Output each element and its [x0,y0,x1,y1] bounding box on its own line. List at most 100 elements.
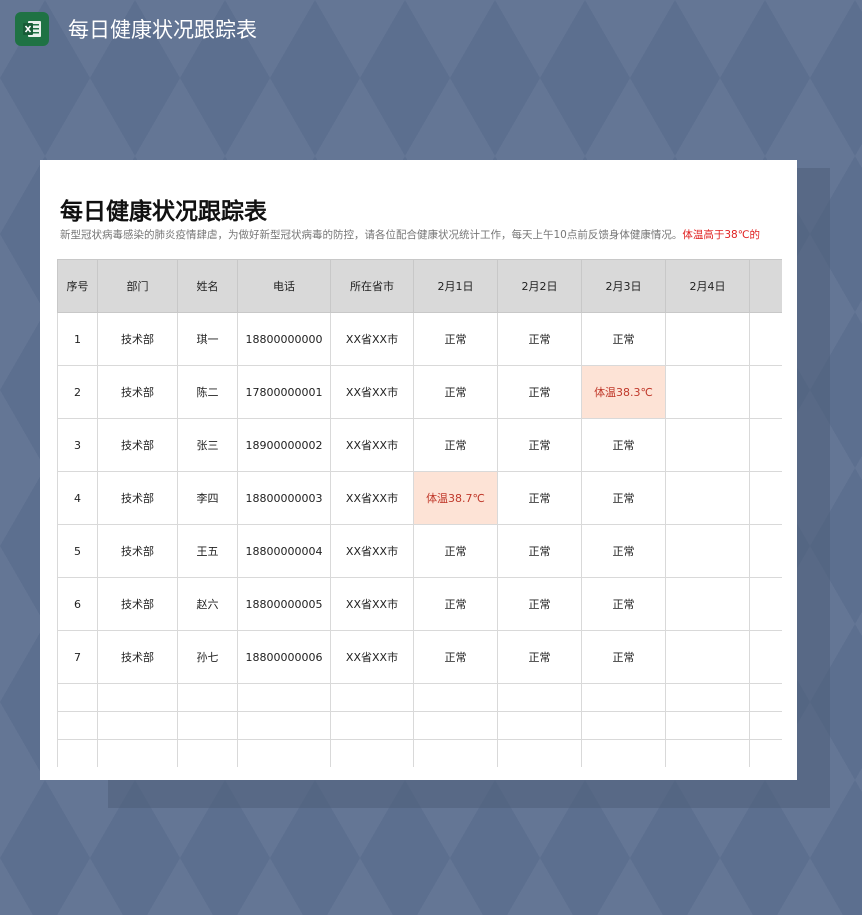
table-cell[interactable]: XX省XX市 [330,524,414,578]
table-cell[interactable]: 正常 [413,312,498,366]
table-cell-empty[interactable] [665,683,750,712]
table-cell[interactable]: XX省XX市 [330,630,414,684]
table-cell[interactable]: 正常 [413,577,498,631]
column-header[interactable]: 序号 [57,259,98,313]
column-header[interactable]: 2月1日 [413,259,498,313]
table-cell-empty[interactable] [749,739,782,767]
table-cell[interactable]: 王五 [177,524,238,578]
table-cell[interactable]: 5 [57,524,98,578]
table-cell[interactable]: 正常 [581,524,666,578]
table-cell[interactable]: XX省XX市 [330,418,414,472]
table-cell-empty[interactable] [177,739,238,767]
table-cell-empty[interactable] [177,711,238,740]
table-cell-empty[interactable] [497,711,582,740]
column-header[interactable]: 姓名 [177,259,238,313]
table-cell[interactable]: 孙七 [177,630,238,684]
table-cell[interactable]: 正常 [413,524,498,578]
table-cell[interactable]: 18800000000 [237,312,331,366]
column-header[interactable]: 所在省市 [330,259,414,313]
table-cell-empty[interactable] [330,711,414,740]
table-cell[interactable]: 正常 [581,630,666,684]
table-cell-alert[interactable]: 体温38.3℃ [581,365,666,419]
table-cell[interactable] [665,524,750,578]
table-cell-empty[interactable] [497,683,582,712]
table-cell-empty[interactable] [665,739,750,767]
table-cell-empty[interactable] [330,683,414,712]
table-cell[interactable]: 4 [57,471,98,525]
table-cell[interactable] [665,630,750,684]
table-cell-empty[interactable] [57,683,98,712]
table-cell-empty[interactable] [497,739,582,767]
table-cell[interactable]: 7 [57,630,98,684]
table-cell[interactable]: 18800000004 [237,524,331,578]
table-cell[interactable] [749,418,782,472]
table-cell[interactable]: XX省XX市 [330,577,414,631]
table-cell[interactable]: 18800000003 [237,471,331,525]
table-cell-empty[interactable] [97,739,178,767]
table-cell[interactable] [749,577,782,631]
table-cell[interactable]: 18900000002 [237,418,331,472]
table-cell-empty[interactable] [177,683,238,712]
table-cell[interactable]: 正常 [497,630,582,684]
table-cell[interactable] [749,471,782,525]
table-cell-empty[interactable] [97,711,178,740]
table-cell[interactable] [665,312,750,366]
table-cell[interactable]: 1 [57,312,98,366]
table-cell-empty[interactable] [237,683,331,712]
table-cell[interactable]: 18800000006 [237,630,331,684]
table-cell[interactable] [665,418,750,472]
table-cell[interactable]: 技术部 [97,630,178,684]
health-table-viewport[interactable]: 序号部门姓名电话所在省市2月1日2月2日2月3日2月4日2 1技术部琪一1880… [57,259,782,767]
column-header[interactable]: 2月4日 [665,259,750,313]
column-header[interactable]: 部门 [97,259,178,313]
table-cell[interactable]: 技术部 [97,577,178,631]
table-cell[interactable]: 正常 [581,471,666,525]
table-cell[interactable]: 赵六 [177,577,238,631]
table-cell[interactable]: 正常 [497,365,582,419]
table-cell[interactable]: 3 [57,418,98,472]
table-cell[interactable]: 正常 [497,524,582,578]
table-cell[interactable] [665,471,750,525]
table-cell[interactable] [749,630,782,684]
table-cell[interactable]: 技术部 [97,471,178,525]
table-cell-empty[interactable] [237,739,331,767]
table-cell[interactable]: 17800000001 [237,365,331,419]
table-cell-empty[interactable] [581,683,666,712]
table-cell-empty[interactable] [413,739,498,767]
table-cell-empty[interactable] [749,711,782,740]
table-cell[interactable]: 正常 [413,418,498,472]
table-cell-empty[interactable] [413,683,498,712]
column-header[interactable]: 2月2日 [497,259,582,313]
column-header[interactable]: 2月3日 [581,259,666,313]
table-cell[interactable]: 正常 [497,312,582,366]
table-cell[interactable]: 李四 [177,471,238,525]
table-cell[interactable]: 正常 [413,365,498,419]
table-cell[interactable]: 正常 [497,471,582,525]
table-cell[interactable] [749,524,782,578]
table-cell[interactable] [749,312,782,366]
column-header[interactable]: 2 [749,259,782,313]
table-cell[interactable]: 琪一 [177,312,238,366]
table-cell[interactable]: 技术部 [97,418,178,472]
column-header[interactable]: 电话 [237,259,331,313]
table-cell-empty[interactable] [413,711,498,740]
table-cell-empty[interactable] [581,711,666,740]
table-cell[interactable]: 技术部 [97,312,178,366]
table-cell[interactable]: 正常 [497,418,582,472]
table-cell[interactable]: XX省XX市 [330,365,414,419]
table-cell[interactable]: 正常 [581,577,666,631]
table-cell-empty[interactable] [330,739,414,767]
table-cell-empty[interactable] [57,739,98,767]
excel-icon[interactable] [15,12,49,46]
table-cell[interactable] [665,365,750,419]
table-cell[interactable] [749,365,782,419]
table-cell[interactable]: 正常 [581,418,666,472]
table-cell[interactable]: 6 [57,577,98,631]
table-cell[interactable]: 正常 [497,577,582,631]
table-cell-empty[interactable] [57,711,98,740]
table-cell-empty[interactable] [665,711,750,740]
table-cell-alert[interactable]: 体温38.7℃ [413,471,498,525]
table-cell[interactable]: 正常 [581,312,666,366]
table-cell[interactable]: 2 [57,365,98,419]
table-cell[interactable]: XX省XX市 [330,471,414,525]
